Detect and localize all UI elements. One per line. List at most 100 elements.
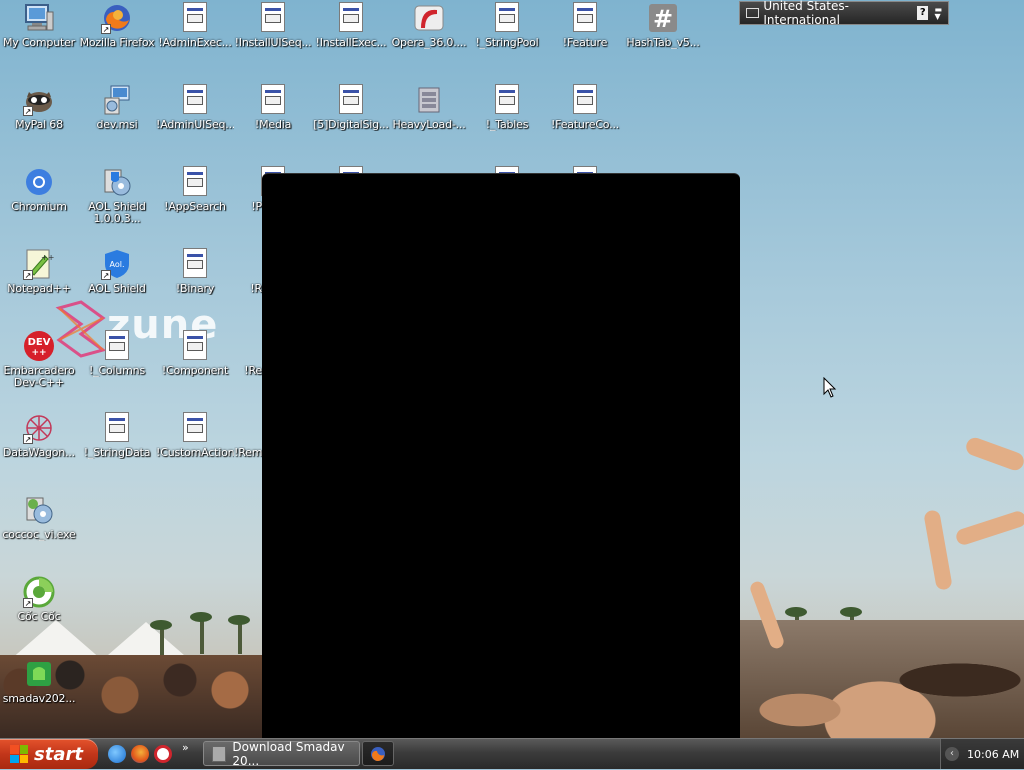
desktop-icon-digitalsig[interactable]: [5]DigitalSig... — [312, 84, 390, 131]
icon-label: Cốc Cốc — [17, 611, 61, 623]
taskbar-button-firefox[interactable] — [362, 741, 394, 766]
windows-logo-icon — [10, 745, 28, 763]
desktop-icon-feature[interactable]: !Feature — [546, 2, 624, 49]
document-icon — [569, 2, 601, 34]
desktop-icon-devcpp[interactable]: DEV ++ Embarcadero Dev-C++ — [0, 330, 78, 389]
icon-label: Chromium — [11, 201, 67, 213]
desktop-icon-partial-r[interactable]: !R — [234, 248, 262, 295]
desktop-icon-partial-rem[interactable]: !Rem — [234, 412, 262, 459]
desktop-icon-columns[interactable]: !_Columns — [78, 330, 156, 377]
icon-label: [5]DigitalSig... — [313, 119, 389, 131]
icon-label: MyPal 68 — [15, 119, 63, 131]
svg-text:Aol.: Aol. — [110, 260, 125, 269]
desktop-icon-stringpool[interactable]: !_StringPool — [468, 2, 546, 49]
desktop-icon-partial-p[interactable]: !P — [234, 166, 262, 213]
icon-label: AOL Shield — [88, 283, 146, 295]
aol-shield-icon: Aol. ↗ — [101, 248, 133, 280]
desktop-icon-featureco[interactable]: !FeatureCo... — [546, 84, 624, 131]
desktop-icon-installuiseq[interactable]: !InstallUISeq... — [234, 2, 312, 49]
document-icon — [179, 2, 211, 34]
desktop-icon-my-computer[interactable]: My Computer — [0, 2, 78, 49]
opera-icon[interactable] — [154, 745, 172, 763]
desktop-icon-smadav[interactable]: smadav202... — [0, 658, 78, 705]
background-raised-hand — [963, 435, 1024, 473]
computer-icon — [23, 2, 55, 34]
desktop-icon-binary[interactable]: !Binary — [156, 248, 234, 295]
icon-label: !Rem — [234, 447, 262, 459]
document-icon — [101, 412, 133, 444]
system-tray: ‹ 10:06 AM — [940, 739, 1024, 769]
svg-text:#: # — [653, 5, 673, 33]
svg-text:++: ++ — [31, 348, 46, 358]
quick-launch-more-button[interactable]: » — [182, 741, 189, 754]
desktop-icon-firefox[interactable]: ↗ Mozilla Firefox — [78, 2, 156, 49]
ie-icon[interactable] — [108, 745, 126, 763]
desktop-icon-component[interactable]: !Component — [156, 330, 234, 377]
desktop-icon-opera-installer[interactable]: Opera_36.0.... — [390, 2, 468, 49]
desktop-icon-adminexec[interactable]: !AdminExec... — [156, 2, 234, 49]
icon-label: Notepad++ — [7, 283, 71, 295]
heavyload-icon — [413, 84, 445, 116]
icon-label: !P — [251, 201, 262, 213]
desktop-icon-appsearch[interactable]: !AppSearch — [156, 166, 234, 213]
background-raised-hand — [954, 509, 1024, 547]
desktop-icon-stringdata[interactable]: !_StringData — [78, 412, 156, 459]
desktop-icon-media[interactable]: !Media — [234, 84, 312, 131]
mypal-icon: ↗ — [23, 84, 55, 116]
desktop-icon-coccoc-installer[interactable]: coccoc_vi.exe — [0, 494, 78, 541]
smadav-icon — [212, 745, 227, 762]
icon-label: !_StringData — [83, 447, 151, 459]
desktop-icon-installexec[interactable]: !InstallExec... — [312, 2, 390, 49]
icon-label: dev.msi — [96, 119, 138, 131]
desktop-icon-adminuiseq[interactable]: !AdminUISeq... — [156, 84, 234, 131]
desktop-icon-notepadpp[interactable]: ++ ↗ Notepad++ — [0, 248, 78, 295]
mouse-cursor-icon — [823, 377, 837, 398]
document-icon — [179, 248, 211, 280]
hashtab-icon: # — [647, 2, 679, 34]
clock[interactable]: 10:06 AM — [967, 748, 1019, 761]
desktop-icon-dev-msi[interactable]: dev.msi — [78, 84, 156, 131]
desktop-icon-customaction[interactable]: !CustomAction — [156, 412, 234, 459]
shortcut-arrow-icon: ↗ — [23, 270, 33, 280]
document-icon — [491, 84, 523, 116]
language-bar[interactable]: United States-International ? ▬ ▼ — [739, 0, 949, 27]
blank-application-window[interactable] — [262, 173, 740, 738]
desktop-icon-aol-shield-installer[interactable]: AOL Shield 1.0.0.3... — [78, 166, 156, 225]
icon-label: !Component — [161, 365, 229, 377]
desktop-icon-coccoc[interactable]: ↗ Cốc Cốc — [0, 576, 78, 623]
language-bar-options-icon[interactable]: ▬ ▼ — [934, 6, 942, 21]
icon-label: !CustomAction — [156, 447, 234, 459]
installer-icon — [101, 84, 133, 116]
help-icon[interactable]: ? — [917, 6, 929, 20]
icon-label: smadav202... — [2, 693, 76, 705]
icon-label: Mozilla Firefox — [79, 37, 155, 49]
show-hidden-icons-button[interactable]: ‹ — [945, 747, 959, 761]
icon-label: !AppSearch — [164, 201, 226, 213]
background-raised-hand — [923, 509, 953, 591]
taskbar-button-label: Download Smadav 20... — [232, 739, 345, 768]
icon-label: AOL Shield 1.0.0.3... — [88, 201, 146, 225]
desktop-icon-mypal[interactable]: ↗ MyPal 68 — [0, 84, 78, 131]
icon-label: !FeatureCo... — [550, 119, 620, 131]
document-icon — [335, 84, 367, 116]
background-palm — [785, 607, 807, 617]
language-label[interactable]: United States-International — [763, 0, 917, 27]
icon-label: HashTab_v5... — [626, 37, 700, 49]
firefox-icon[interactable] — [131, 745, 149, 763]
background-palm — [228, 615, 250, 625]
desktop-icon-partial-re[interactable]: !Re — [234, 330, 262, 377]
start-button[interactable]: start — [0, 739, 98, 769]
desktop-icon-heavyload[interactable]: HeavyLoad-... — [390, 84, 468, 131]
smadav-icon — [23, 658, 55, 690]
taskbar-button-smadav[interactable]: Download Smadav 20... — [203, 739, 360, 768]
desktop-icon-aol-shield[interactable]: Aol. ↗ AOL Shield — [78, 248, 156, 295]
desktop-icon-datawagon[interactable]: ↗ DataWagon... — [0, 412, 78, 459]
document-icon — [179, 84, 211, 116]
document-icon — [101, 330, 133, 362]
background-tent — [10, 620, 102, 660]
desktop-icon-tables[interactable]: !_Tables — [468, 84, 546, 131]
desktop-icon-chromium[interactable]: Chromium — [0, 166, 78, 213]
svg-text:++: ++ — [41, 253, 54, 262]
desktop-icon-hashtab[interactable]: # HashTab_v5... — [624, 2, 702, 49]
icon-label: !_Tables — [485, 119, 529, 131]
